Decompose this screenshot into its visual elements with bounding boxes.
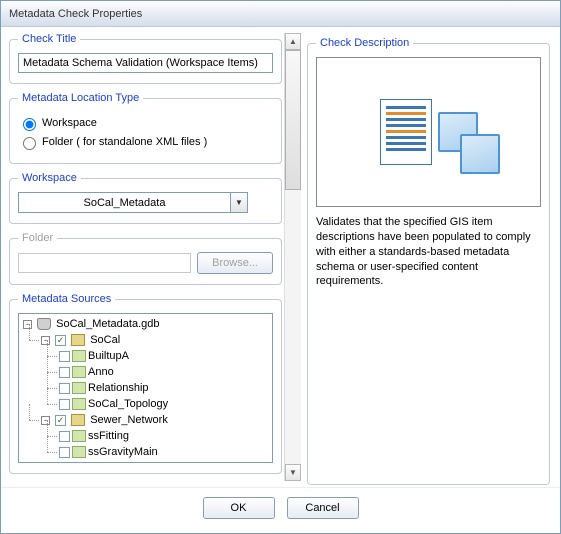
window-titlebar: Metadata Check Properties: [1, 1, 560, 27]
tree-item-label: SoCal_Topology: [88, 398, 168, 410]
radio-folder[interactable]: [23, 137, 36, 150]
checkbox-icon[interactable]: [59, 351, 70, 362]
location-type-legend: Metadata Location Type: [18, 92, 143, 104]
radio-workspace-label: Workspace: [42, 117, 97, 129]
tree-item-label: ssGravityMain: [88, 446, 158, 458]
featureclass-icon: [72, 350, 86, 362]
workspace-combo-button[interactable]: ▼: [231, 192, 248, 213]
tree-item[interactable]: BuiltupA: [59, 348, 270, 364]
dataset-icon: [71, 334, 85, 346]
tree-root[interactable]: - SoCal_Metadata.gdb - ✓ SoCal: [23, 316, 270, 460]
scroll-track[interactable]: [285, 50, 301, 464]
tree-item-label: BuiltupA: [88, 350, 129, 362]
tree-item-label: Sewer_Network: [90, 414, 168, 426]
check-description-group: Check Description Validates that the spe…: [307, 37, 550, 485]
check-title-legend: Check Title: [18, 33, 80, 45]
check-description-legend: Check Description: [316, 37, 413, 49]
tree-root-label: SoCal_Metadata.gdb: [56, 318, 159, 330]
tree-dataset[interactable]: - ✓ Sewer_Network ssFitting ssGravityMai…: [41, 412, 270, 460]
document-icon: [380, 99, 432, 165]
dialog-footer: OK Cancel: [1, 487, 560, 527]
check-description-text: Validates that the specified GIS item de…: [316, 215, 541, 289]
checkbox-icon[interactable]: [59, 447, 70, 458]
browse-button: Browse...: [197, 252, 273, 274]
featureclass-icon: [72, 430, 86, 442]
content-area: Check Title Metadata Location Type Works…: [1, 27, 560, 487]
tree-item[interactable]: ssGravityMain: [59, 444, 270, 460]
schema-squares-icon: [438, 112, 478, 152]
scroll-thumb[interactable]: [285, 50, 301, 190]
workspace-group: Workspace SoCal_Metadata ▼: [9, 172, 282, 224]
tree-item-label: ssFitting: [88, 430, 129, 442]
folder-input: [18, 253, 191, 273]
scroll-up-icon[interactable]: ▲: [285, 33, 301, 50]
radio-folder-row[interactable]: Folder ( for standalone XML files ): [18, 134, 273, 150]
vertical-scrollbar[interactable]: ▲ ▼: [284, 33, 301, 481]
chevron-down-icon: ▼: [235, 198, 243, 207]
metadata-sources-tree[interactable]: - SoCal_Metadata.gdb - ✓ SoCal: [18, 313, 273, 463]
left-column: Check Title Metadata Location Type Works…: [3, 29, 284, 485]
check-description-image: [316, 57, 541, 207]
checkbox-icon[interactable]: ✓: [55, 335, 66, 346]
checkbox-icon[interactable]: [59, 367, 70, 378]
checkbox-icon[interactable]: [59, 431, 70, 442]
workspace-combo-value: SoCal_Metadata: [18, 192, 231, 213]
check-title-input[interactable]: [18, 53, 273, 73]
window-title: Metadata Check Properties: [9, 8, 142, 20]
ok-button[interactable]: OK: [203, 497, 275, 519]
featureclass-icon: [72, 382, 86, 394]
collapse-icon[interactable]: -: [41, 416, 50, 425]
metadata-sources-legend: Metadata Sources: [18, 293, 115, 305]
tree-item-label: Relationship: [88, 382, 149, 394]
tree-item[interactable]: SoCal_Topology: [59, 396, 270, 412]
tree-item[interactable]: ssFitting: [59, 428, 270, 444]
metadata-sources-group: Metadata Sources - SoCal_Metadata.gdb - …: [9, 293, 282, 474]
checkbox-icon[interactable]: ✓: [55, 415, 66, 426]
cancel-button[interactable]: Cancel: [287, 497, 359, 519]
tree-item[interactable]: Relationship: [59, 380, 270, 396]
tree-item[interactable]: Anno: [59, 364, 270, 380]
folder-group: Folder Browse...: [9, 232, 282, 285]
collapse-icon[interactable]: -: [41, 336, 50, 345]
right-column: Check Description Validates that the spe…: [303, 29, 558, 485]
dataset-icon: [71, 414, 85, 426]
featureclass-icon: [72, 446, 86, 458]
workspace-combo[interactable]: SoCal_Metadata ▼: [18, 192, 248, 213]
radio-folder-label: Folder ( for standalone XML files ): [42, 136, 207, 148]
tree-item-label: Anno: [88, 366, 114, 378]
featureclass-icon: [72, 366, 86, 378]
workspace-legend: Workspace: [18, 172, 81, 184]
radio-workspace[interactable]: [23, 118, 36, 131]
tree-dataset[interactable]: - ✓ SoCal BuiltupA Anno Relationship SoC…: [41, 332, 270, 412]
location-type-group: Metadata Location Type Workspace Folder …: [9, 92, 282, 164]
checkbox-icon[interactable]: [59, 383, 70, 394]
checkbox-icon[interactable]: [59, 399, 70, 410]
check-title-group: Check Title: [9, 33, 282, 84]
featureclass-icon: [72, 398, 86, 410]
scroll-down-icon[interactable]: ▼: [285, 464, 301, 481]
tree-item-label: SoCal: [90, 334, 120, 346]
collapse-icon[interactable]: -: [23, 320, 32, 329]
geodatabase-icon: [37, 318, 51, 330]
radio-workspace-row[interactable]: Workspace: [18, 115, 273, 131]
folder-legend: Folder: [18, 232, 57, 244]
